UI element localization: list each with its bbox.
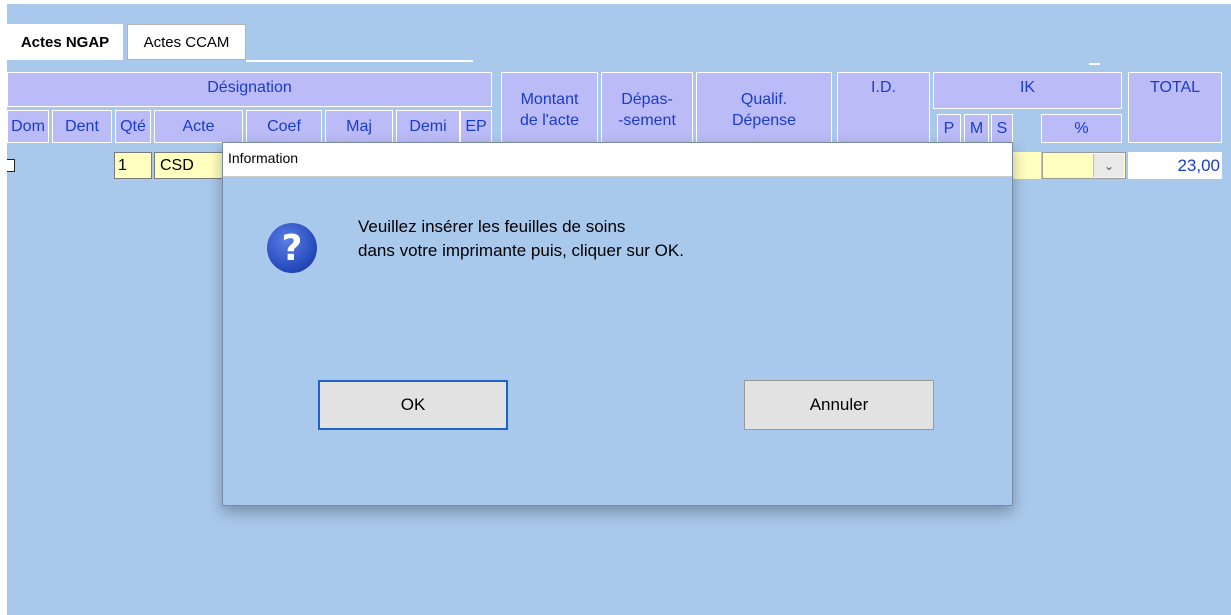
svg-text:?: ? bbox=[282, 228, 303, 269]
header-ik-p: P bbox=[937, 114, 961, 143]
header-designation: Désignation bbox=[7, 72, 492, 107]
header-qte: Qté bbox=[115, 110, 151, 143]
header-montant-line2: de l'acte bbox=[519, 112, 580, 129]
header-depassement: Dépas- -sement bbox=[601, 72, 693, 143]
tab-underline bbox=[246, 60, 473, 62]
total-value: 23,00 bbox=[1128, 152, 1222, 179]
dom-checkbox[interactable] bbox=[7, 159, 15, 172]
header-acte: Acte bbox=[154, 110, 243, 143]
header-depassement-line1: Dépas- bbox=[621, 91, 673, 108]
question-icon: ? bbox=[267, 223, 317, 273]
header-total: TOTAL bbox=[1128, 72, 1222, 143]
ik-percent-select[interactable]: ⌄ bbox=[1042, 152, 1126, 179]
header-ik: IK bbox=[933, 72, 1122, 109]
qte-field[interactable]: 1 bbox=[114, 152, 152, 179]
dialog-message-line2: dans votre imprimante puis, cliquer sur … bbox=[358, 241, 684, 260]
header-montant-line1: Montant bbox=[520, 91, 579, 108]
header-ep: EP bbox=[460, 110, 492, 143]
cancel-button[interactable]: Annuler bbox=[744, 380, 934, 430]
header-qualif-line2: Dépense bbox=[731, 112, 797, 129]
header-dom: Dom bbox=[7, 110, 49, 143]
header-dent: Dent bbox=[52, 110, 112, 143]
header-demi: Demi bbox=[396, 110, 460, 143]
header-ik-pct: % bbox=[1041, 114, 1122, 143]
header-coef: Coef bbox=[246, 110, 322, 143]
minimize-dash[interactable] bbox=[1089, 63, 1100, 65]
header-montant: Montant de l'acte bbox=[501, 72, 598, 143]
tab-actes-ngap[interactable]: Actes NGAP bbox=[7, 24, 123, 60]
chevron-down-icon[interactable]: ⌄ bbox=[1093, 154, 1124, 177]
left-border bbox=[0, 0, 7, 615]
dialog-message-line1: Veuillez insérer les feuilles de soins bbox=[358, 217, 626, 236]
header-ik-m: M bbox=[964, 114, 989, 143]
ik-s-field[interactable] bbox=[1013, 152, 1041, 179]
tab-actes-ccam[interactable]: Actes CCAM bbox=[127, 24, 246, 60]
dialog-title: Information bbox=[223, 143, 1012, 177]
information-dialog: Information ? Veuillez insérer les feuil… bbox=[222, 142, 1013, 506]
dialog-message: Veuillez insérer les feuilles de soins d… bbox=[358, 215, 684, 263]
acte-field[interactable]: CSD bbox=[154, 152, 224, 179]
header-ik-s: S bbox=[991, 114, 1013, 143]
header-maj: Maj bbox=[325, 110, 393, 143]
header-qualif-depense: Qualif. Dépense bbox=[696, 72, 832, 143]
header-qualif-line1: Qualif. bbox=[740, 91, 788, 108]
header-id: I.D. bbox=[837, 72, 930, 143]
ok-button[interactable]: OK bbox=[318, 380, 508, 430]
top-border bbox=[0, 0, 1231, 4]
header-depassement-line2: -sement bbox=[618, 112, 676, 129]
